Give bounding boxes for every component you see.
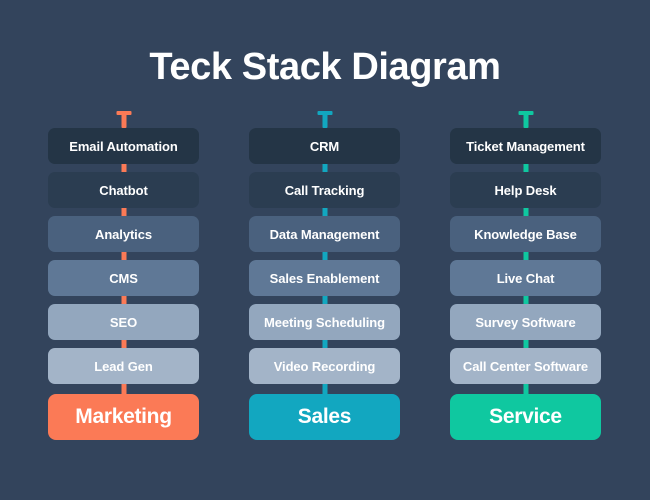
connector-segment <box>48 339 199 349</box>
t-connector-icon <box>48 110 199 128</box>
connector-segment <box>450 382 601 395</box>
t-connector-icon <box>249 110 400 128</box>
connector-segment <box>249 207 400 217</box>
connector-segment <box>48 295 199 305</box>
stack-item-label: Lead Gen <box>48 348 199 384</box>
stack-item[interactable]: CRM <box>249 128 400 164</box>
connector-segment <box>450 207 601 217</box>
stack-item-label: Knowledge Base <box>450 216 601 252</box>
stack-item-label: Ticket Management <box>450 128 601 164</box>
connector-segment <box>249 251 400 261</box>
connector-segment <box>450 295 601 305</box>
stack-item-label: CRM <box>249 128 400 164</box>
stack-column-marketing: Email Automation Chatbot Analytics CMS SEO Le… <box>48 110 199 440</box>
connector-segment <box>249 163 400 173</box>
connector-cap <box>116 111 131 115</box>
stack-item[interactable]: Knowledge Base <box>450 216 601 252</box>
stack-item[interactable]: Meeting Scheduling <box>249 304 400 340</box>
stack-item-label: SEO <box>48 304 199 340</box>
stack-item-label: Call Center Software <box>450 348 601 384</box>
stack-item-label: Help Desk <box>450 172 601 208</box>
stack-item[interactable]: CMS <box>48 260 199 296</box>
stack-item-label: Survey Software <box>450 304 601 340</box>
connector-segment <box>249 382 400 395</box>
stack-item[interactable]: Chatbot <box>48 172 199 208</box>
stack-item[interactable]: Data Management <box>249 216 400 252</box>
stack-item-label: Sales Enablement <box>249 260 400 296</box>
stack-item[interactable]: Call Center Software <box>450 348 601 384</box>
stack-item-label: Call Tracking <box>249 172 400 208</box>
stack-item[interactable]: Live Chat <box>450 260 601 296</box>
stack-column-sales: CRM Call Tracking Data Management Sales Ena… <box>249 110 400 440</box>
stack-item[interactable]: Analytics <box>48 216 199 252</box>
diagram-canvas: Teck Stack Diagram Email Automation Chatb… <box>0 0 650 500</box>
connector-cap <box>518 111 533 115</box>
connector-segment <box>249 295 400 305</box>
connector-segment <box>48 163 199 173</box>
t-connector-icon <box>450 110 601 128</box>
stack-item[interactable]: Video Recording <box>249 348 400 384</box>
connector-segment <box>450 339 601 349</box>
page-title: Teck Stack Diagram <box>149 46 501 88</box>
connector-segment <box>48 382 199 395</box>
stack-item-label: Analytics <box>48 216 199 252</box>
stack-item-label: Chatbot <box>48 172 199 208</box>
stack-item[interactable]: Lead Gen <box>48 348 199 384</box>
stack-item[interactable]: SEO <box>48 304 199 340</box>
stack-item-label: Live Chat <box>450 260 601 296</box>
stack-item[interactable]: Email Automation <box>48 128 199 164</box>
stack-column-service: Ticket Management Help Desk Knowledge Base… <box>450 110 601 440</box>
connector-segment <box>48 251 199 261</box>
category-footer-marketing[interactable]: Marketing <box>48 394 199 440</box>
stack-item-label: Meeting Scheduling <box>249 304 400 340</box>
connector-segment <box>450 251 601 261</box>
stack-item[interactable]: Survey Software <box>450 304 601 340</box>
stack-item-label: CMS <box>48 260 199 296</box>
category-footer-sales[interactable]: Sales <box>249 394 400 440</box>
connector-segment <box>450 163 601 173</box>
connector-segment <box>249 339 400 349</box>
stack-item-label: Video Recording <box>249 348 400 384</box>
connector-cap <box>317 111 332 115</box>
stack-item[interactable]: Ticket Management <box>450 128 601 164</box>
stack-item[interactable]: Help Desk <box>450 172 601 208</box>
stack-item-label: Email Automation <box>48 128 199 164</box>
stack-item[interactable]: Sales Enablement <box>249 260 400 296</box>
stack-item-label: Data Management <box>249 216 400 252</box>
stack-item[interactable]: Call Tracking <box>249 172 400 208</box>
connector-segment <box>48 207 199 217</box>
category-footer-service[interactable]: Service <box>450 394 601 440</box>
